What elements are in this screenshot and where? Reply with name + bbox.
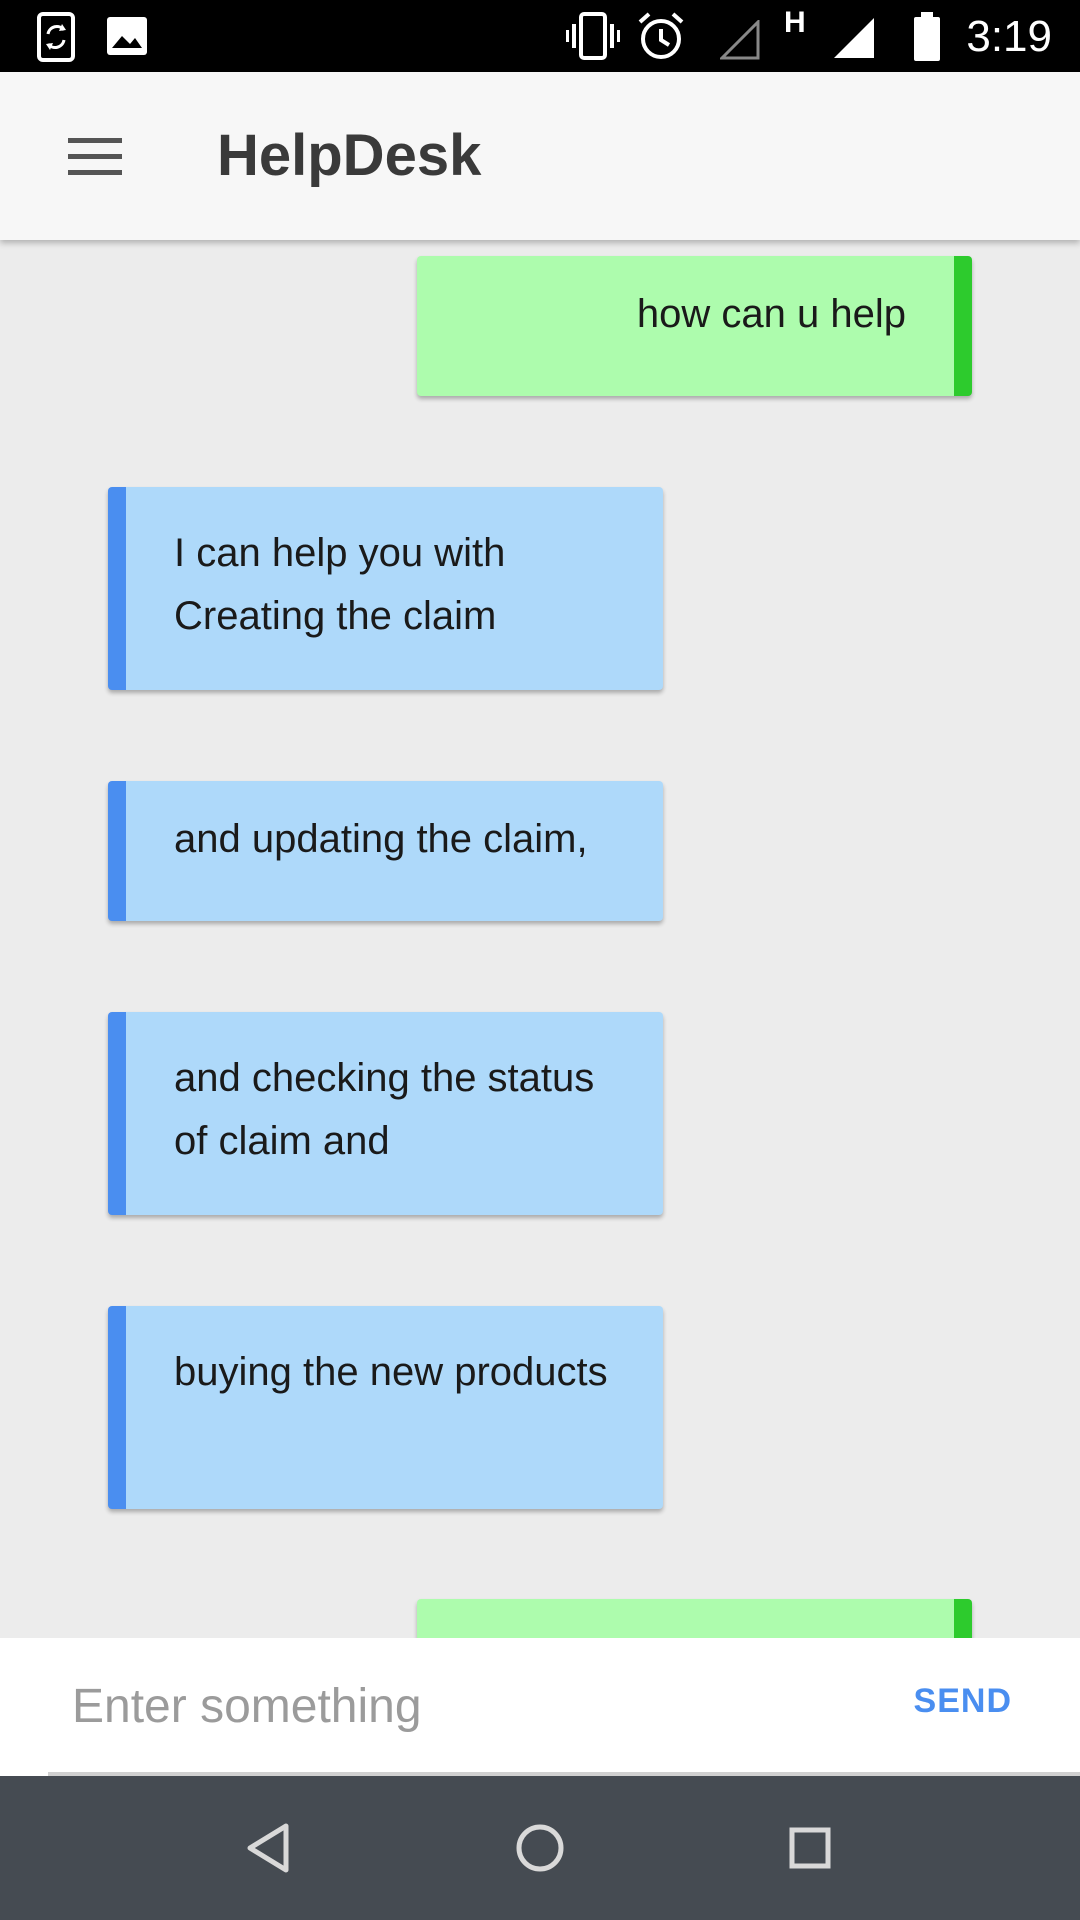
- app-title: HelpDesk: [217, 123, 482, 188]
- vibrate-icon: [566, 12, 620, 60]
- no-signal-icon: [720, 20, 760, 60]
- home-icon[interactable]: [510, 1818, 570, 1878]
- network-type-label: H: [784, 6, 806, 39]
- battery-icon: [914, 12, 940, 61]
- recents-icon[interactable]: [780, 1818, 840, 1878]
- message-text: buying the new products: [174, 1350, 608, 1394]
- screen: H 3:19 HelpDesk how can u help I can hel…: [0, 0, 1080, 1920]
- user-message-bubble: how can u help: [417, 256, 972, 396]
- image-icon: [107, 17, 147, 55]
- status-bar: H 3:19: [0, 0, 1080, 72]
- hamburger-menu-icon[interactable]: [60, 124, 132, 188]
- sync-phone-icon: [37, 12, 75, 62]
- navigation-bar: [0, 1776, 1080, 1920]
- message-input-bar: SEND: [0, 1638, 1080, 1776]
- app-bar: HelpDesk: [0, 72, 1080, 240]
- bot-message-bubble: and checking the status of claim and: [108, 1012, 663, 1215]
- alarm-icon: [638, 12, 684, 59]
- message-text: and updating the claim,: [174, 817, 588, 861]
- user-message-bubble: [417, 1599, 972, 1638]
- bot-message-bubble: buying the new products: [108, 1306, 663, 1509]
- message-text: I can help you with Creating the claim: [174, 531, 506, 638]
- signal-icon: [834, 18, 874, 58]
- back-icon[interactable]: [240, 1818, 300, 1878]
- message-text: and checking the status of claim and: [174, 1056, 595, 1163]
- status-time: 3:19: [966, 12, 1052, 61]
- bot-message-bubble: and updating the claim,: [108, 781, 663, 921]
- chat-message-list[interactable]: how can u help I can help you with Creat…: [0, 240, 1080, 1638]
- message-text: how can u help: [636, 292, 906, 336]
- send-button[interactable]: SEND: [914, 1682, 1012, 1721]
- bot-message-bubble: I can help you with Creating the claim: [108, 487, 663, 690]
- message-input[interactable]: [48, 1662, 916, 1750]
